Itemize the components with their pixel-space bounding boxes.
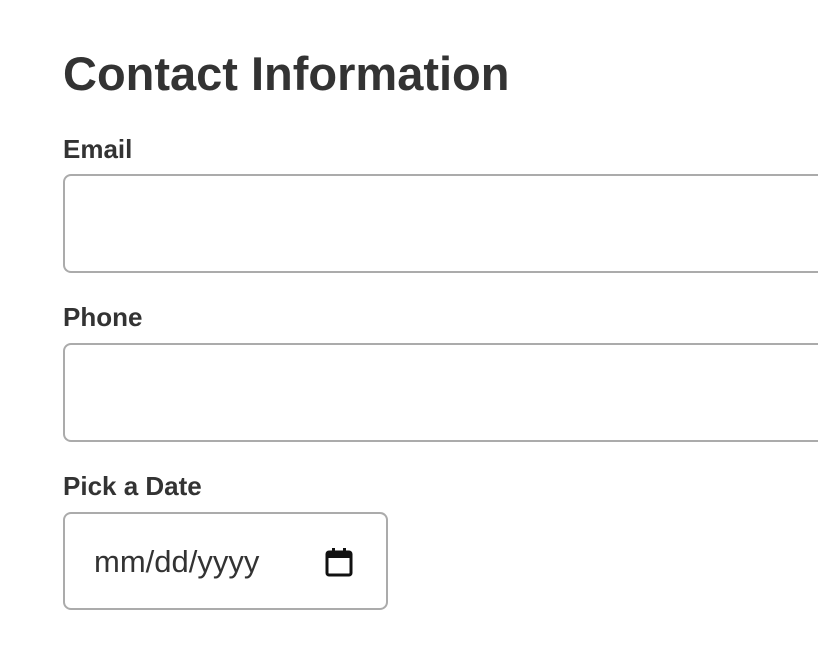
email-field[interactable] — [63, 174, 818, 273]
date-label: Pick a Date — [63, 471, 202, 501]
contact-form: Contact Information Email Phone Pick a D… — [63, 0, 818, 670]
calendar-icon[interactable] — [325, 547, 353, 577]
phone-label: Phone — [63, 302, 143, 332]
date-picker-field[interactable]: mm/dd/yyyy — [63, 512, 388, 610]
date-placeholder[interactable]: mm/dd/yyyy — [94, 544, 259, 580]
email-label: Email — [63, 134, 133, 164]
page-title: Contact Information — [63, 47, 510, 100]
phone-field[interactable] — [63, 343, 818, 442]
